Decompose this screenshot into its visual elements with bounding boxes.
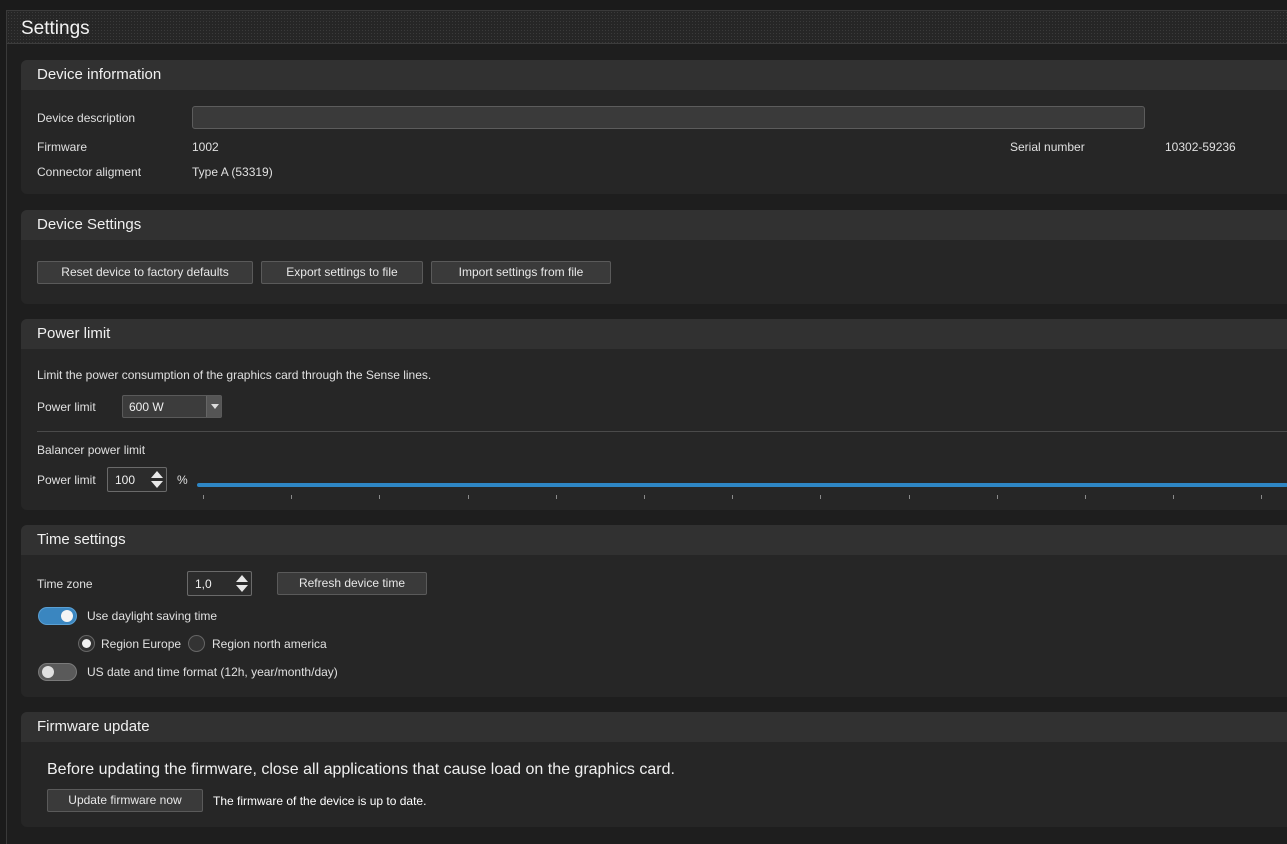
firmware-update-header: Firmware update xyxy=(21,712,1287,742)
slider-tick xyxy=(820,495,821,499)
device-information-header: Device information xyxy=(21,60,1287,90)
power-limit-select[interactable]: 600 W xyxy=(122,395,222,418)
power-limit-panel: Power limit Limit the power consumption … xyxy=(21,319,1287,510)
balancer-unit-label: % xyxy=(177,473,188,487)
firmware-label: Firmware xyxy=(37,140,87,154)
power-limit-selected-value: 600 W xyxy=(129,400,164,414)
us-date-format-toggle[interactable] xyxy=(38,663,77,681)
time-settings-header: Time settings xyxy=(21,525,1287,555)
title-bar: Settings xyxy=(7,11,1287,44)
slider-tick xyxy=(909,495,910,499)
chevron-down-icon[interactable] xyxy=(206,396,221,417)
connector-alignment-label: Connector aligment xyxy=(37,165,142,179)
balancer-power-limit-value: 100 xyxy=(115,473,136,487)
slider-track-fill xyxy=(197,483,1287,487)
region-europe-radio[interactable] xyxy=(78,635,95,652)
region-north-america-radio[interactable] xyxy=(188,635,205,652)
window-title: Settings xyxy=(21,18,90,39)
slider-tick xyxy=(997,495,998,499)
slider-tick xyxy=(468,495,469,499)
time-zone-label: Time zone xyxy=(37,577,93,591)
power-limit-label: Power limit xyxy=(37,400,96,414)
toggle-knob xyxy=(61,610,73,622)
balancer-power-limit-stepper[interactable]: 100 xyxy=(107,467,167,492)
daylight-saving-toggle[interactable] xyxy=(38,607,77,625)
firmware-status-text: The firmware of the device is up to date… xyxy=(213,794,427,808)
slider-tick xyxy=(1261,495,1262,499)
serial-number-value: 10302-59236 xyxy=(1165,140,1236,154)
slider-tick xyxy=(644,495,645,499)
slider-tick xyxy=(379,495,380,499)
stepper-down-icon[interactable] xyxy=(236,585,248,592)
slider-tick xyxy=(556,495,557,499)
firmware-update-warning: Before updating the firmware, close all … xyxy=(47,761,675,778)
region-europe-label: Region Europe xyxy=(101,637,182,651)
firmware-value: 1002 xyxy=(192,140,219,154)
stepper-up-icon[interactable] xyxy=(236,575,248,582)
slider-tick xyxy=(291,495,292,499)
connector-alignment-value: Type A (53319) xyxy=(192,165,273,179)
firmware-update-panel: Firmware update Before updating the firm… xyxy=(21,712,1287,827)
device-settings-header: Device Settings xyxy=(21,210,1287,240)
slider-tick xyxy=(1173,495,1174,499)
device-information-panel: Device information Device description Fi… xyxy=(21,60,1287,194)
serial-number-label: Serial number xyxy=(1010,140,1085,154)
time-zone-stepper[interactable]: 1,0 xyxy=(187,571,252,596)
balancer-power-limit-slider[interactable] xyxy=(197,467,1287,499)
region-north-america-label: Region north america xyxy=(212,637,327,651)
power-limit-description: Limit the power consumption of the graph… xyxy=(37,368,432,382)
daylight-saving-label: Use daylight saving time xyxy=(87,609,218,623)
time-zone-value: 1,0 xyxy=(195,577,212,591)
import-settings-button[interactable]: Import settings from file xyxy=(431,261,611,284)
update-firmware-button[interactable]: Update firmware now xyxy=(47,789,203,812)
device-description-label: Device description xyxy=(37,111,136,125)
refresh-device-time-button[interactable]: Refresh device time xyxy=(277,572,427,595)
power-limit-divider xyxy=(37,431,1287,432)
toggle-knob xyxy=(42,666,54,678)
reset-factory-defaults-button[interactable]: Reset device to factory defaults xyxy=(37,261,253,284)
power-limit-header: Power limit xyxy=(21,319,1287,349)
stepper-up-icon[interactable] xyxy=(151,471,163,478)
export-settings-button[interactable]: Export settings to file xyxy=(261,261,423,284)
us-date-format-label: US date and time format (12h, year/month… xyxy=(87,665,338,679)
settings-window: Settings Device information Device descr… xyxy=(6,10,1287,844)
device-settings-panel: Device Settings Reset device to factory … xyxy=(21,210,1287,304)
device-description-input[interactable] xyxy=(192,106,1145,129)
stepper-down-icon[interactable] xyxy=(151,481,163,488)
time-settings-panel: Time settings Time zone 1,0 Refresh devi… xyxy=(21,525,1287,697)
slider-tick xyxy=(732,495,733,499)
balancer-power-limit-label: Power limit xyxy=(37,473,96,487)
slider-tick xyxy=(203,495,204,499)
slider-tick xyxy=(1085,495,1086,499)
balancer-power-limit-title: Balancer power limit xyxy=(37,443,146,457)
